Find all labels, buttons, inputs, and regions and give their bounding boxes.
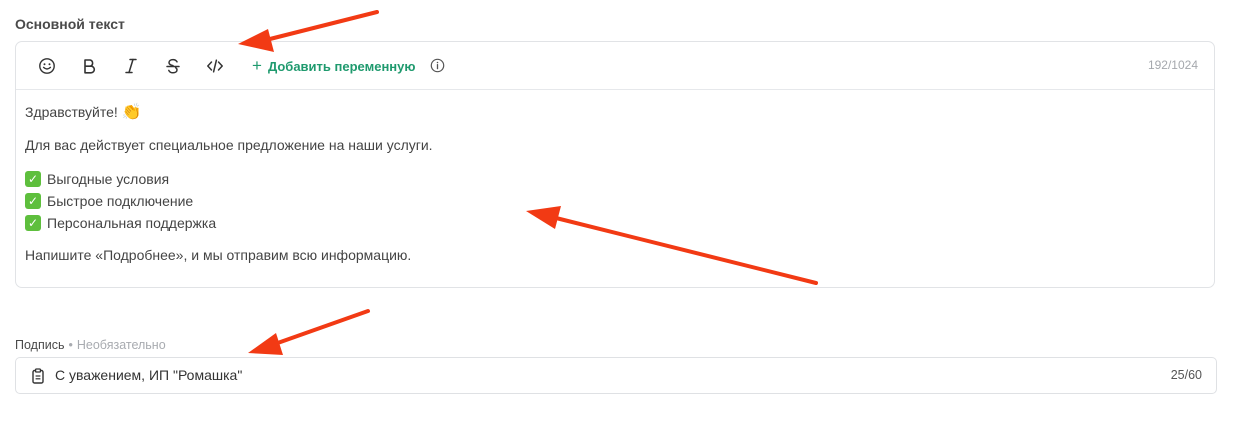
arrow-to-signature (248, 309, 370, 355)
check-mark-icon: ✓ (25, 215, 41, 231)
signature-label-row: Подпись • Необязательно (15, 338, 166, 352)
strikethrough-icon (166, 58, 180, 74)
separator-dot: • (68, 338, 73, 352)
optional-label: Необязательно (76, 338, 166, 352)
checklist-item: ✓ Персональная поддержка (25, 215, 216, 231)
checklist-item-text: Быстрое подключение (47, 193, 194, 209)
main-text-label: Основной текст (15, 16, 125, 32)
greeting-line: Здравствуйте! 👏 (25, 102, 142, 122)
add-variable-label: Добавить переменную (267, 58, 416, 74)
clipboard-icon (32, 368, 44, 384)
info-icon[interactable] (430, 58, 445, 73)
signature-label: Подпись (15, 338, 65, 352)
italic-icon (125, 58, 137, 74)
signature-input[interactable]: С уважением, ИП "Ромашка" 25/60 (15, 357, 1217, 394)
code-button[interactable] (203, 54, 227, 78)
cta-text: Напишите «Подробнее», и мы отправим всю … (25, 247, 412, 263)
emoji-button[interactable] (35, 54, 59, 78)
greeting-text: Здравствуйте! (25, 104, 118, 120)
add-variable-button[interactable]: + Добавить переменную (252, 57, 415, 75)
strikethrough-button[interactable] (161, 54, 185, 78)
main-text-editor[interactable]: + Добавить переменную 192/1024 Здравству… (15, 41, 1215, 288)
plus-icon: + (252, 55, 262, 75)
clapping-hands-icon: 👏 (121, 104, 142, 121)
code-icon (207, 59, 223, 73)
emoji-icon (39, 58, 55, 74)
check-mark-icon: ✓ (25, 193, 41, 209)
bold-icon (84, 59, 96, 74)
editor-toolbar: + Добавить переменную 192/1024 (16, 42, 1214, 90)
checklist-item: ✓ Выгодные условия (25, 171, 169, 187)
check-mark-icon: ✓ (25, 171, 41, 187)
checklist-item-text: Выгодные условия (47, 171, 170, 187)
bold-button[interactable] (77, 54, 101, 78)
signature-counter: 25/60 (1170, 368, 1202, 382)
offer-text: Для вас действует специальное предложени… (25, 137, 433, 153)
checklist-item: ✓ Быстрое подключение (25, 193, 193, 209)
checklist-item-text: Персональная поддержка (47, 215, 217, 231)
main-text-counter: 192/1024 (1147, 58, 1198, 72)
signature-value: С уважением, ИП "Ромашка" (55, 367, 243, 383)
italic-button[interactable] (119, 54, 143, 78)
